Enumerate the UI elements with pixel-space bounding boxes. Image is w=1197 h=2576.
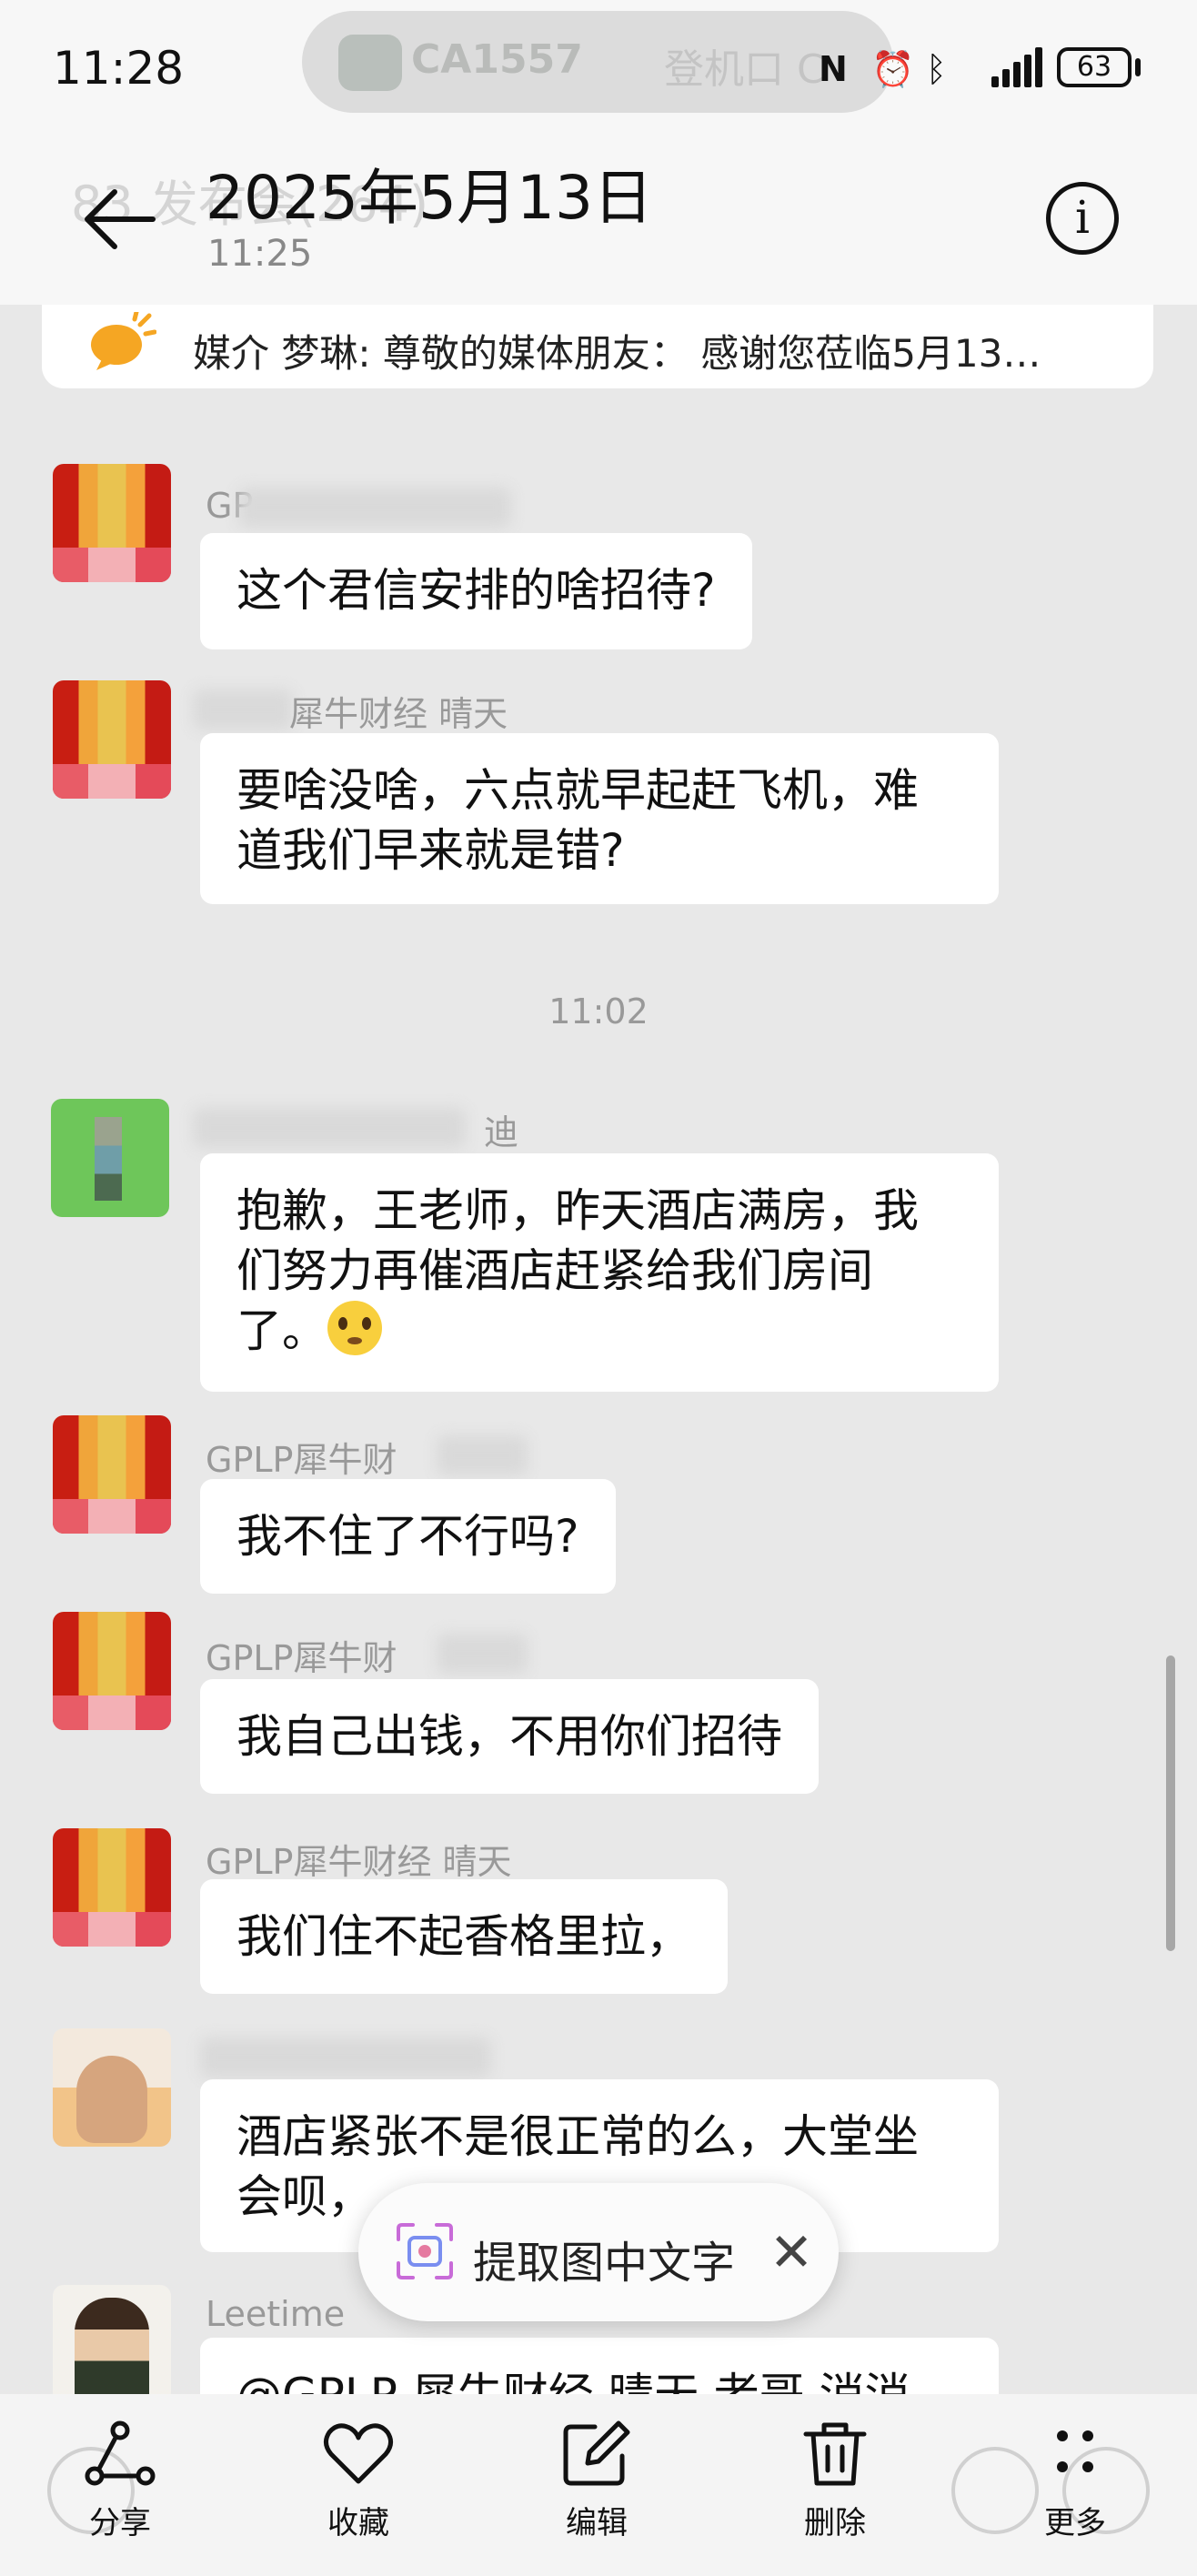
battery-tip <box>1135 58 1141 76</box>
page-title: 2025年5月13日 <box>206 163 653 233</box>
message-line: 酒店紧张不是很正常的么，大堂坐 <box>236 2110 919 2163</box>
more-dots-icon <box>1057 2430 1093 2472</box>
gate-label: 登机口 C <box>664 46 825 93</box>
close-icon[interactable]: ✕ <box>755 2216 828 2289</box>
flight-app-icon <box>338 35 402 91</box>
message-bubble[interactable]: 这个君信安排的啥招待? <box>200 533 752 649</box>
redacted-name <box>193 689 293 730</box>
group-announcement[interactable]: 媒介 梦琳: 尊敬的媒体朋友： 感谢您莅临5月13… <box>42 305 1153 388</box>
message-bubble[interactable]: 我自己出钱，不用你们招待 <box>200 1679 819 1794</box>
info-icon[interactable]: i <box>1046 182 1119 255</box>
sender-name: GPLP犀牛财 <box>206 1440 397 1480</box>
sender-name: GPLP犀牛财 <box>206 1638 397 1678</box>
signal-icon <box>991 47 1044 87</box>
delete-label: 删除 <box>804 2505 866 2541</box>
extract-text-popup[interactable]: 提取图中文字 ✕ <box>358 2183 839 2321</box>
announcement-text: 媒介 梦琳: 尊敬的媒体朋友： 感谢您莅临5月13… <box>193 331 1041 376</box>
flight-number: CA1557 <box>411 36 583 83</box>
message-bubble[interactable]: 我们住不起香格里拉， <box>200 1879 728 1994</box>
heart-icon <box>324 2423 393 2484</box>
message-bubble[interactable]: 抱歉，王老师，昨天酒店满房，我 们努力再催酒店赶紧给我们房间 了。 <box>200 1153 999 1392</box>
back-arrow-icon[interactable] <box>76 178 158 260</box>
nfc-icon: N <box>819 49 848 89</box>
favorite-button[interactable]: 收藏 <box>277 2420 440 2542</box>
avatar[interactable] <box>51 1099 169 1217</box>
message-line: 抱歉，王老师，昨天酒店满房，我 <box>236 1184 919 1237</box>
sender-name: 犀牛财经 晴天 <box>289 694 508 734</box>
avatar[interactable] <box>53 1612 171 1730</box>
ocr-scan-icon <box>397 2223 453 2279</box>
status-bar: 11:28 CA1557 登机口 C N ⏰ ᛒ 63 <box>0 0 1197 136</box>
trash-icon <box>803 2422 867 2486</box>
bluetooth-icon: ᛒ <box>926 49 947 89</box>
favorite-label: 收藏 <box>327 2505 389 2541</box>
avatar[interactable] <box>53 680 171 799</box>
message-bubble[interactable]: 要啥没啥，六点就早起赶飞机，难道我们早来就是错? <box>200 733 999 904</box>
page-subtitle: 11:25 <box>207 233 313 275</box>
flushed-face-emoji <box>327 1301 382 1355</box>
alarm-icon: ⏰ <box>871 49 915 89</box>
redacted-name <box>437 1435 528 1475</box>
bottom-action-bar: 分享 收藏 编辑 删除 更多 <box>0 2394 1197 2576</box>
scrollbar-thumb[interactable] <box>1166 1655 1175 1951</box>
redacted-name <box>437 1634 528 1674</box>
time-divider: 11:02 <box>548 991 649 1031</box>
share-icon <box>85 2420 156 2486</box>
edit-button[interactable]: 编辑 <box>515 2420 679 2542</box>
message-line: 了。 <box>236 1301 962 1361</box>
sender-name: GPLP犀牛财经 晴天 <box>206 1842 512 1882</box>
chat-header: 83 发布会(264) 2025年5月13日 11:25 i <box>0 136 1197 305</box>
share-button[interactable]: 分享 <box>38 2420 202 2542</box>
redacted-name <box>238 488 511 528</box>
edit-icon <box>563 2420 630 2486</box>
clock: 11:28 <box>53 42 185 95</box>
delete-button[interactable]: 删除 <box>753 2420 917 2542</box>
edit-label: 编辑 <box>566 2505 628 2541</box>
more-button[interactable]: 更多 <box>993 2420 1157 2542</box>
redacted-name <box>193 1108 466 1148</box>
message-line: 们努力再催酒店赶紧给我们房间 <box>236 1244 873 1297</box>
avatar[interactable] <box>53 2028 171 2147</box>
sender-name: Leetime <box>206 2294 346 2334</box>
redacted-name <box>200 2038 491 2078</box>
message-line-text: 了。 <box>236 1304 327 1357</box>
extract-text-label: 提取图中文字 <box>473 2238 736 2289</box>
more-label: 更多 <box>1044 2505 1106 2541</box>
avatar[interactable] <box>53 464 171 582</box>
avatar[interactable] <box>53 2285 171 2403</box>
battery-icon: 63 <box>1057 47 1132 87</box>
avatar[interactable] <box>53 1415 171 1534</box>
megaphone-icon <box>91 312 156 370</box>
avatar[interactable] <box>53 1828 171 1947</box>
message-bubble[interactable]: 我不住了不行吗? <box>200 1479 616 1594</box>
sender-name: 迪 <box>484 1112 519 1152</box>
share-label: 分享 <box>89 2505 151 2541</box>
